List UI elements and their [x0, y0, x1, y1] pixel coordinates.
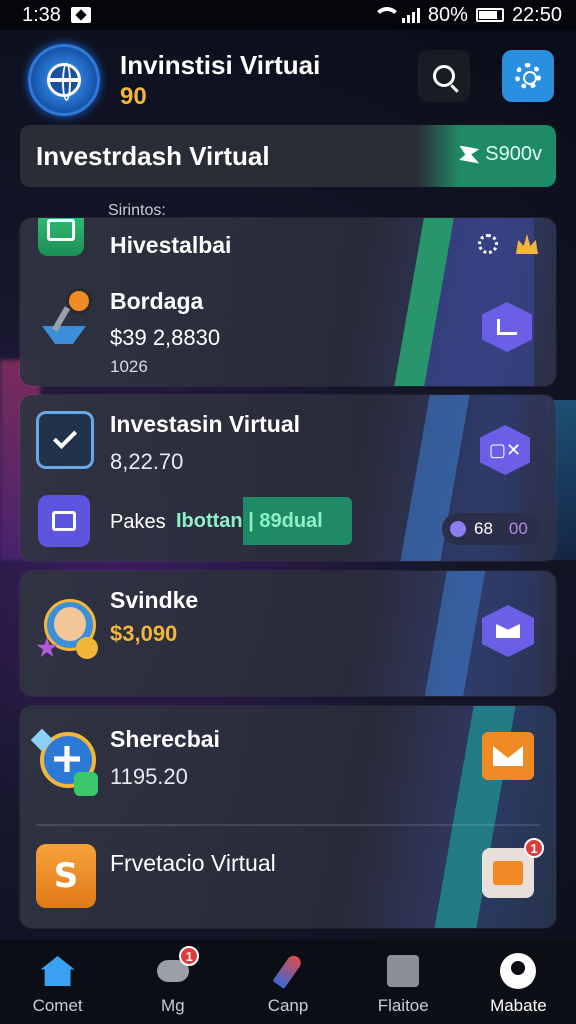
- nav-item-flaitoe[interactable]: Flaitoe: [346, 940, 461, 1024]
- divider: [36, 824, 540, 826]
- nav-item-canp[interactable]: Canp: [230, 940, 345, 1024]
- photo-icon[interactable]: [482, 848, 534, 898]
- coin-icon: [450, 521, 466, 537]
- notification-icon: [70, 7, 91, 23]
- globe-logo-icon[interactable]: [28, 44, 100, 116]
- profile-icon: [499, 952, 537, 990]
- stats-pill[interactable]: 68 00: [442, 513, 540, 545]
- action-tab-text: Ibottan | 89dual: [176, 509, 323, 532]
- nav-item-mabate[interactable]: Mabate: [461, 940, 576, 1024]
- ribbon-icon: [459, 145, 480, 164]
- card-value: 8,22.70: [110, 449, 184, 474]
- gear-icon: [515, 63, 541, 89]
- pill-value: 68: [474, 519, 493, 538]
- action-tab[interactable]: Ibottan | 89dual: [170, 497, 352, 545]
- notification-badge: 1: [524, 838, 544, 858]
- investment-card-1[interactable]: Hivestalbai Bordaga $39 2,8830 1026: [20, 218, 556, 386]
- battery-icon: [475, 8, 504, 22]
- nav-item-comet[interactable]: Comet: [0, 940, 115, 1024]
- battery-percent: 80%: [427, 3, 468, 26]
- nav-item-mg[interactable]: 1 Mg: [115, 940, 230, 1024]
- home-icon: [39, 952, 77, 990]
- rocket-icon: [269, 952, 307, 990]
- card-title: Investasin Virtual: [110, 411, 301, 437]
- featured-banner[interactable]: Investrdash Virtual S900v: [20, 125, 556, 187]
- store-icon: [384, 952, 422, 990]
- card-value: $39 2,8830: [110, 325, 221, 350]
- nav-label: Canp: [267, 996, 309, 1015]
- coin-s-icon: S: [36, 844, 96, 908]
- nav-label: Flaitoe: [377, 996, 429, 1015]
- settings-small-icon[interactable]: [478, 234, 498, 254]
- app-header: Invinstisi Virtuai 90: [28, 42, 556, 118]
- card-value: $3,090: [110, 621, 178, 646]
- row-label: Pakes: [110, 511, 166, 533]
- card-title: Sherecbai: [110, 726, 220, 752]
- card-value: 1195.20: [110, 764, 188, 789]
- card-title: Hivestalbai: [110, 232, 232, 258]
- nav-label: Comet: [32, 996, 83, 1015]
- app-balance: 90: [120, 82, 147, 110]
- puzzle-globe-icon: [30, 726, 104, 798]
- nav-badge: 1: [179, 946, 200, 966]
- banner-badge: S900v: [459, 143, 542, 166]
- search-icon: [433, 65, 455, 87]
- card-subtitle: Bordaga: [110, 288, 204, 314]
- app-title: Invinstisi Virtuai: [120, 49, 321, 80]
- wallet-icon: [38, 495, 90, 547]
- search-button[interactable]: [418, 50, 470, 102]
- investment-card-2[interactable]: Investasin Virtual 8,22.70 ▢✕ Pakes Ibot…: [20, 395, 556, 561]
- status-clock: 22:50: [511, 3, 562, 26]
- banner-badge-text: S900v: [485, 143, 542, 165]
- investment-card-4[interactable]: Sherecbai 1195.20 S Frvetacio Virtual 1: [20, 706, 556, 928]
- check-icon: [36, 411, 94, 469]
- bottom-nav: Comet 1 Mg Canp Flaitoe Mabate: [0, 940, 576, 1024]
- status-bar: 1:38 80% 22:50: [0, 0, 576, 30]
- status-time: 1:38: [22, 3, 61, 26]
- card-decor-stripe: [364, 218, 534, 386]
- card-sub-value: 1026: [110, 357, 148, 376]
- card-title: Svindke: [110, 587, 199, 613]
- nav-label: Mg: [160, 996, 185, 1015]
- gear-key-icon: [38, 288, 96, 350]
- mail-icon[interactable]: [482, 732, 534, 780]
- avatar-character-icon: [36, 593, 102, 665]
- settings-button[interactable]: [502, 50, 554, 102]
- banner-title: Investrdash Virtual: [36, 141, 270, 171]
- footer-title: Frvetacio Virtual: [110, 850, 276, 876]
- pill-extra: 00: [508, 519, 528, 538]
- investment-card-3[interactable]: Svindke $3,090: [20, 571, 556, 696]
- signal-icon: [401, 7, 420, 23]
- ledger-icon: [38, 218, 84, 256]
- nav-label: Mabate: [490, 996, 547, 1015]
- wifi-icon: [372, 7, 401, 23]
